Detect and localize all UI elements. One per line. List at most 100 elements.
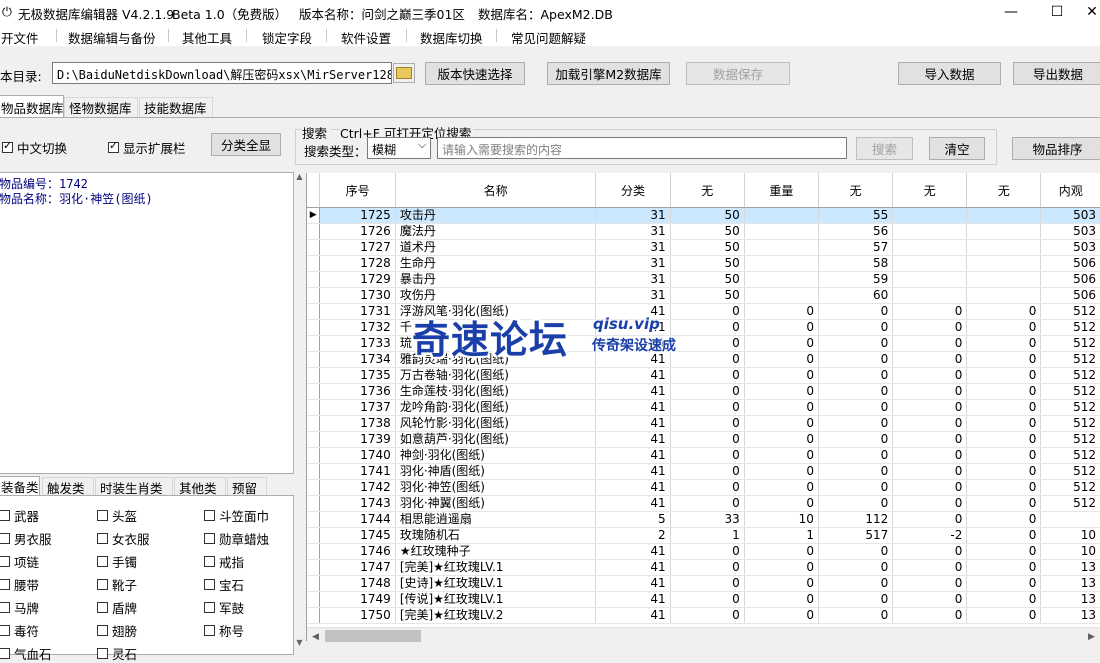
table-cell[interactable]	[892, 207, 968, 224]
table-cell[interactable]: 0	[892, 543, 968, 560]
table-cell[interactable]: 41	[595, 591, 671, 608]
table-cell[interactable]: 60	[818, 287, 894, 304]
category-checkbox[interactable]: 腰带	[0, 575, 39, 594]
table-cell[interactable]: 0	[892, 431, 968, 448]
table-cell[interactable]: 1741	[319, 463, 396, 480]
table-cell[interactable]: 33	[670, 511, 745, 528]
table-cell[interactable]: 0	[818, 303, 894, 320]
table-row[interactable]: 1744 相思能逍遥扇 5 33 10 112 0 0	[307, 511, 1100, 528]
table-cell[interactable]: 512	[1040, 351, 1100, 368]
export-data-button[interactable]: 导出数据	[1013, 62, 1100, 85]
table-cell[interactable]: 0	[966, 447, 1042, 464]
table-cell[interactable]: 1725	[319, 207, 396, 224]
table-cell[interactable]: 512	[1040, 479, 1100, 496]
table-cell[interactable]: 0	[966, 367, 1042, 384]
table-row[interactable]: 1737 龙吟角韵·羽化(图纸) 41 0 0 0 0 0 512	[307, 399, 1100, 416]
menu-open-file[interactable]: 开文件	[1, 28, 39, 47]
table-cell[interactable]: 魔法丹	[395, 223, 597, 240]
column-header[interactable]: 内观	[1040, 173, 1100, 208]
table-row[interactable]: 1749 [传说]★红玫瑰LV.1 41 0 0 0 0 0 13	[307, 591, 1100, 608]
table-cell[interactable]	[892, 271, 968, 288]
table-cell[interactable]	[1040, 511, 1100, 528]
table-cell[interactable]: 10	[744, 511, 819, 528]
table-cell[interactable]	[744, 239, 819, 256]
table-cell[interactable]: 0	[744, 607, 819, 624]
table-cell[interactable]: 0	[818, 463, 894, 480]
save-data-button[interactable]: 数据保存	[686, 62, 790, 85]
table-cell[interactable]: 50	[670, 255, 745, 272]
table-cell[interactable]: 0	[670, 335, 745, 352]
clear-button[interactable]: 清空	[929, 137, 985, 160]
table-cell[interactable]: 512	[1040, 447, 1100, 464]
column-header[interactable]: 名称	[395, 173, 597, 208]
table-cell[interactable]: 0	[670, 431, 745, 448]
column-header[interactable]: 重量	[744, 173, 819, 208]
table-cell[interactable]: 503	[1040, 223, 1100, 240]
table-cell[interactable]: 1745	[319, 527, 396, 544]
table-cell[interactable]: 0	[744, 479, 819, 496]
table-cell[interactable]: 41	[595, 463, 671, 480]
category-checkbox[interactable]: 女衣服	[97, 529, 150, 548]
search-input[interactable]: 请输入需要搜索的内容	[437, 137, 847, 159]
table-cell[interactable]: 512	[1040, 399, 1100, 416]
table-cell[interactable]	[744, 255, 819, 272]
table-cell[interactable]: 0	[892, 447, 968, 464]
table-cell[interactable]: 攻伤丹	[395, 287, 597, 304]
show-all-categories-button[interactable]: 分类全显	[211, 133, 281, 156]
table-cell[interactable]: 0	[670, 559, 745, 576]
table-cell[interactable]: 506	[1040, 271, 1100, 288]
table-cell[interactable]: ★红玫瑰种子	[395, 543, 597, 560]
table-cell[interactable]: 1742	[319, 479, 396, 496]
table-cell[interactable]: 1743	[319, 495, 396, 512]
table-cell[interactable]: 41	[595, 447, 671, 464]
table-row[interactable]: 1730 攻伤丹 31 50 60 506	[307, 287, 1100, 304]
table-cell[interactable]: 0	[744, 575, 819, 592]
table-cell[interactable]: 13	[1040, 591, 1100, 608]
table-cell[interactable]: 517	[818, 527, 894, 544]
table-cell[interactable]: 1726	[319, 223, 396, 240]
table-cell[interactable]	[892, 287, 968, 304]
chinese-switch-checkbox[interactable]: 中文切换	[2, 138, 67, 157]
table-cell[interactable]: 41	[595, 479, 671, 496]
table-cell[interactable]	[966, 271, 1042, 288]
table-cell[interactable]: 0	[966, 463, 1042, 480]
table-cell[interactable]: 31	[595, 287, 671, 304]
table-cell[interactable]: 56	[818, 223, 894, 240]
column-header[interactable]: 分类	[595, 173, 671, 208]
table-cell[interactable]: 0	[670, 543, 745, 560]
table-cell[interactable]: 相思能逍遥扇	[395, 511, 597, 528]
close-button[interactable]: ✕	[1080, 0, 1100, 24]
table-cell[interactable]: 0	[818, 479, 894, 496]
table-cell[interactable]: 0	[670, 495, 745, 512]
table-cell[interactable]: 0	[818, 431, 894, 448]
category-checkbox[interactable]: 军鼓	[204, 598, 244, 617]
table-cell[interactable]: 1735	[319, 367, 396, 384]
minimize-button[interactable]: —	[988, 0, 1034, 24]
table-cell[interactable]: 31	[595, 207, 671, 224]
table-row[interactable]: ▶ 1725 攻击丹 31 50 55 503	[307, 207, 1100, 224]
table-cell[interactable]: 0	[892, 303, 968, 320]
table-row[interactable]: 1729 暴击丹 31 50 59 506	[307, 271, 1100, 288]
table-cell[interactable]	[966, 239, 1042, 256]
search-button[interactable]: 搜索	[856, 137, 913, 160]
table-cell[interactable]: 0	[744, 415, 819, 432]
table-cell[interactable]: 57	[818, 239, 894, 256]
table-cell[interactable]: 13	[1040, 575, 1100, 592]
table-cell[interactable]: 1728	[319, 255, 396, 272]
category-checkbox[interactable]: 灵石	[97, 644, 137, 663]
scrollbar-thumb[interactable]	[325, 630, 421, 642]
table-cell[interactable]: 5	[595, 511, 671, 528]
table-cell[interactable]: 506	[1040, 287, 1100, 304]
table-cell[interactable]: 0	[892, 335, 968, 352]
table-cell[interactable]: 0	[744, 495, 819, 512]
table-cell[interactable]: 0	[744, 335, 819, 352]
table-cell[interactable]: 0	[892, 575, 968, 592]
category-checkbox[interactable]: 盾牌	[97, 598, 137, 617]
table-cell[interactable]: 0	[818, 591, 894, 608]
table-cell[interactable]: 0	[892, 351, 968, 368]
table-cell[interactable]: 41	[595, 367, 671, 384]
table-cell[interactable]: 0	[744, 383, 819, 400]
table-cell[interactable]: 0	[670, 383, 745, 400]
category-checkbox[interactable]: 项链	[0, 552, 39, 571]
table-cell[interactable]	[966, 223, 1042, 240]
